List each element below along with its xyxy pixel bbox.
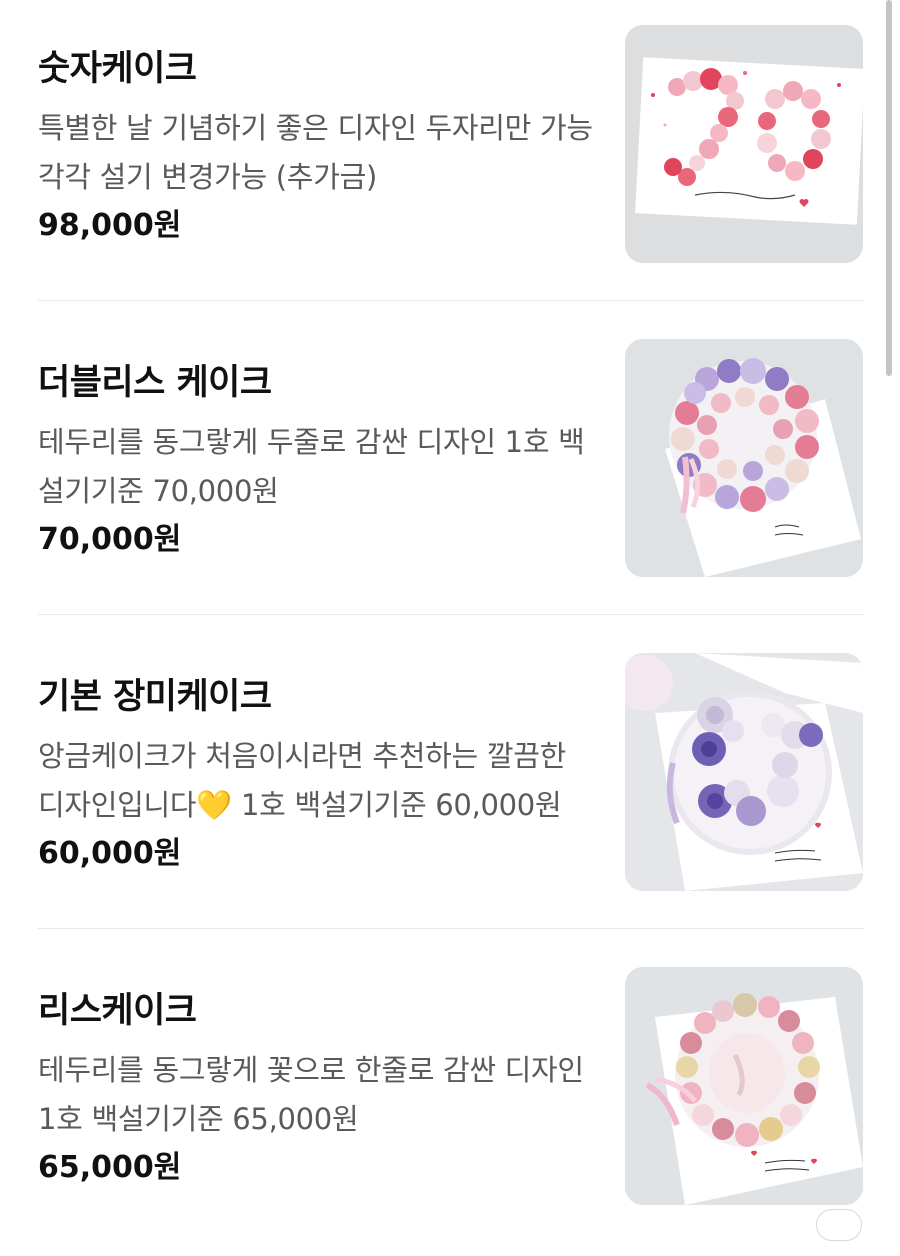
double-wreath-cake-photo[interactable] [625, 339, 863, 577]
item-description: 테두리를 동그랗게 꽃으로 한줄로 감싼 디자인 1호 백설기기준 65,000… [38, 1053, 584, 1136]
menu-item-number-cake[interactable]: 숫자케이크 특별한 날 기념하기 좋은 디자인 두자리만 가능 각각 설기 변경… [0, 0, 900, 314]
scrollbar-thumb[interactable] [886, 0, 892, 376]
item-description: 특별한 날 기념하기 좋은 디자인 두자리만 가능 각각 설기 변경가능 (추가… [38, 111, 593, 194]
item-price: 98,000원 [38, 208, 182, 243]
item-name: 기본 장미케이크 [38, 677, 272, 717]
basic-rose-cake-photo[interactable] [625, 653, 863, 891]
menu-item-basic-rose-cake[interactable]: 기본 장미케이크 앙금케이크가 처음이시라면 추천하는 깔끔한 디자인입니다💛 … [0, 628, 900, 942]
divider [38, 614, 864, 615]
item-price: 70,000원 [38, 522, 182, 557]
menu-item-wreath-cake[interactable]: 리스케이크 테두리를 동그랗게 꽃으로 한줄로 감싼 디자인 1호 백설기기준 … [0, 942, 900, 1256]
item-description: 앙금케이크가 처음이시라면 추천하는 깔끔한 디자인입니다💛 1호 백설기기준 … [38, 739, 566, 822]
floating-button-edge[interactable] [816, 1209, 862, 1241]
item-name: 숫자케이크 [38, 49, 197, 89]
item-price: 60,000원 [38, 836, 182, 871]
item-name: 더블리스 케이크 [38, 363, 272, 403]
divider [38, 300, 864, 301]
divider [38, 928, 864, 929]
item-price: 65,000원 [38, 1150, 182, 1185]
menu-item-double-wreath-cake[interactable]: 더블리스 케이크 테두리를 동그랗게 두줄로 감싼 디자인 1호 백설기기준 7… [0, 314, 900, 628]
item-description: 테두리를 동그랗게 두줄로 감싼 디자인 1호 백설기기준 70,000원 [38, 425, 585, 508]
number-cake-photo[interactable] [625, 25, 863, 263]
wreath-cake-photo[interactable] [625, 967, 863, 1205]
item-name: 리스케이크 [38, 991, 197, 1031]
menu-list: 숫자케이크 특별한 날 기념하기 좋은 디자인 두자리만 가능 각각 설기 변경… [0, 0, 900, 1217]
